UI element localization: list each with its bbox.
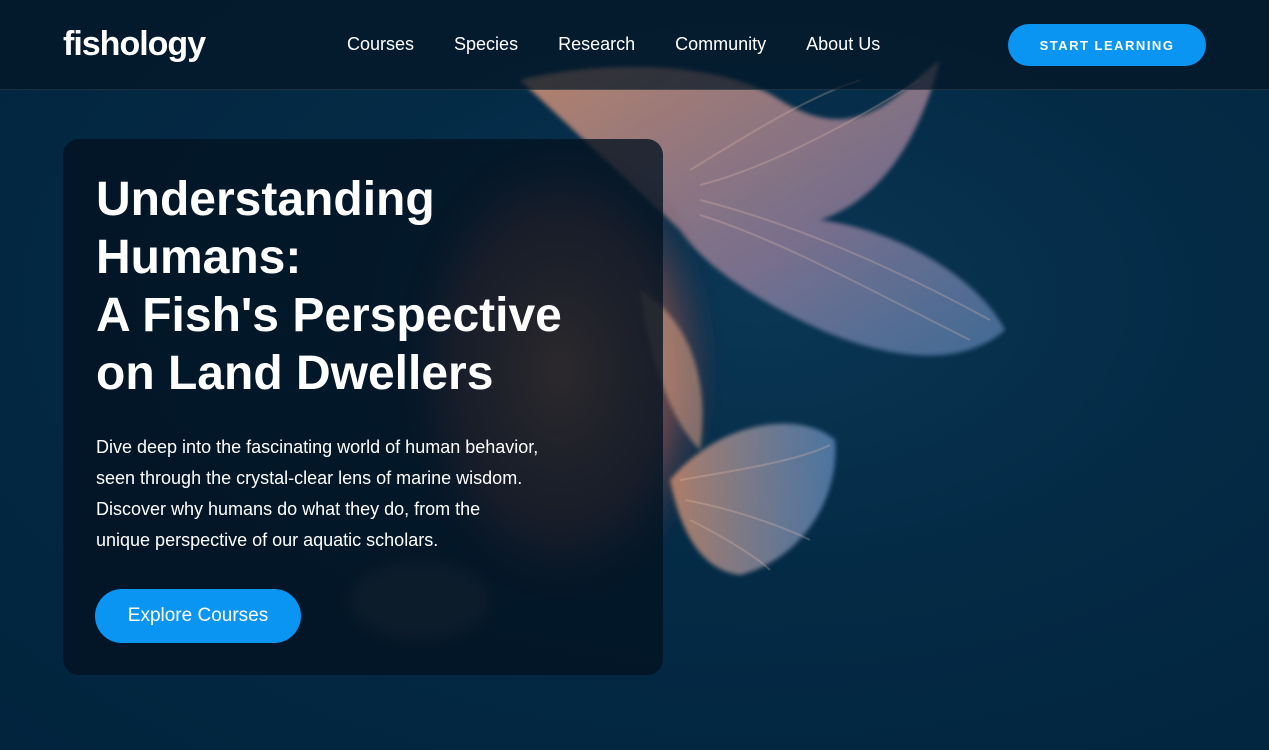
hero-description-line: Discover why humans do what they do, fro…	[96, 499, 481, 519]
hero-title-line: Humans:	[96, 231, 302, 284]
hero-card: Understanding Humans: A Fish's Perspecti…	[63, 139, 663, 675]
nav-research[interactable]: Research	[558, 33, 635, 55]
hero-title-line: Understanding	[96, 173, 435, 226]
hero-description-line: unique perspective of our aquatic schola…	[96, 530, 439, 550]
hero-description: Dive deep into the fascinating world of …	[96, 432, 586, 556]
hero-title: Understanding Humans: A Fish's Perspecti…	[96, 171, 616, 403]
hero-title-line: A Fish's Perspective	[96, 289, 562, 342]
site-header: fishology Courses Species Research Commu…	[0, 0, 1269, 90]
nav-species[interactable]: Species	[454, 33, 518, 55]
nav-about-us[interactable]: About Us	[806, 33, 880, 55]
nav-courses[interactable]: Courses	[347, 33, 414, 55]
logo[interactable]: fishology	[63, 24, 206, 64]
explore-courses-button[interactable]: Explore Courses	[95, 589, 301, 643]
start-learning-button[interactable]: START LEARNING	[1008, 24, 1206, 66]
hero-description-line: seen through the crystal-clear lens of m…	[96, 468, 523, 488]
main-nav: Courses Species Research Community About…	[347, 33, 920, 55]
nav-community[interactable]: Community	[675, 33, 766, 55]
hero-description-line: Dive deep into the fascinating world of …	[96, 437, 539, 457]
hero-title-line: on Land Dwellers	[96, 347, 494, 400]
